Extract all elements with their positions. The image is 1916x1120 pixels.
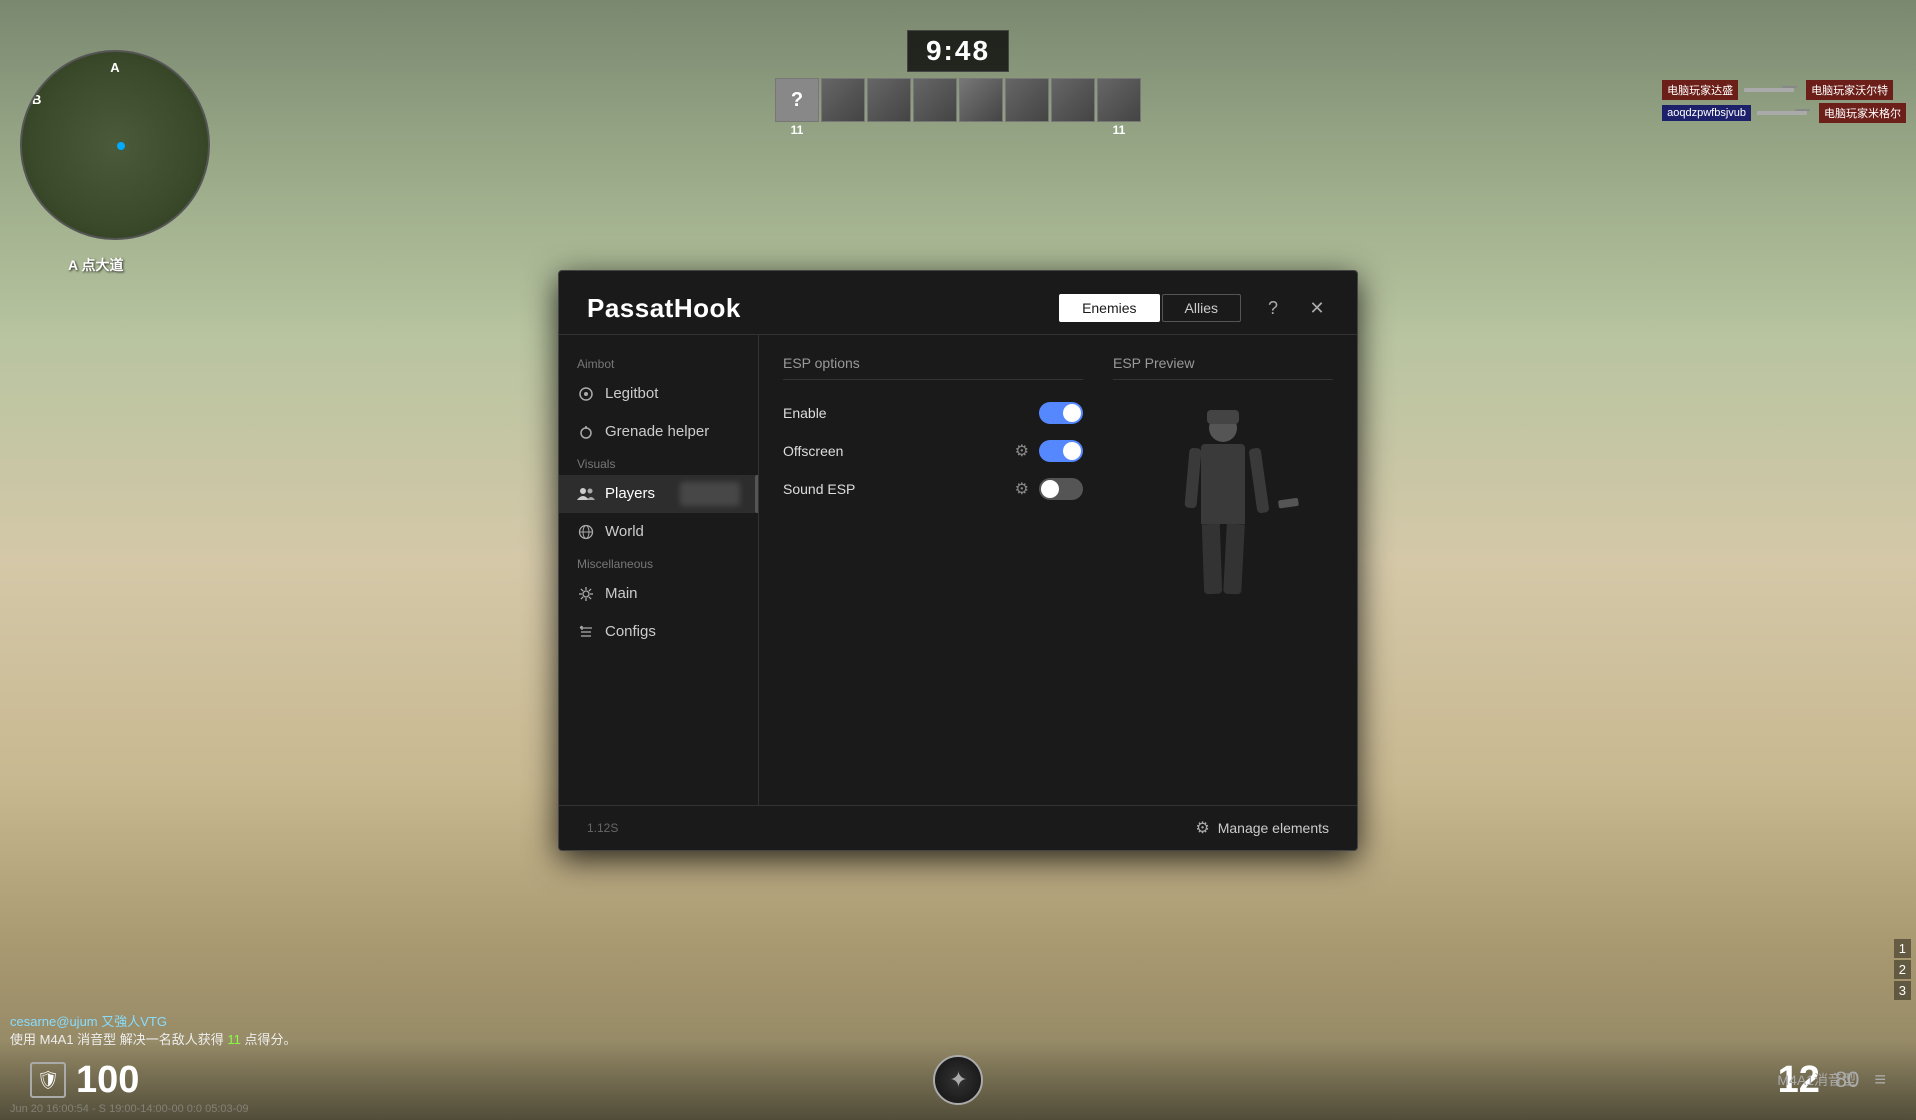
preview-area <box>1113 394 1333 674</box>
char-arm-right <box>1249 447 1270 513</box>
sidebar-item-configs-label: Configs <box>605 623 656 640</box>
modal-title: PassatHook <box>587 293 741 324</box>
sidebar-item-legitbot[interactable]: Legitbot <box>559 375 758 413</box>
char-hand-right <box>1278 497 1299 508</box>
option-row-enable: Enable <box>783 394 1083 432</box>
grenade-icon <box>577 423 595 441</box>
toggle-offscreen-knob <box>1063 442 1081 460</box>
sidebar: Aimbot Legitbot Grenade helper Visuals <box>559 335 759 805</box>
sidebar-item-legitbot-label: Legitbot <box>605 385 658 402</box>
sidebar-item-grenade-label: Grenade helper <box>605 423 709 440</box>
offscreen-gear-icon[interactable]: ⚙ <box>1015 441 1029 461</box>
modal-overlay: PassatHook Enemies Allies ? ✕ Aimbot <box>0 0 1916 1120</box>
sidebar-section-aimbot: Aimbot <box>559 351 758 375</box>
esp-options-panel: ESP options Enable Offscreen <box>783 355 1083 785</box>
manage-elements-button[interactable]: ⚙ Manage elements <box>1195 818 1329 838</box>
main-icon <box>577 585 595 603</box>
char-leg-left <box>1202 523 1222 594</box>
esp-options-title: ESP options <box>783 355 1083 380</box>
help-icon[interactable]: ? <box>1261 296 1285 320</box>
tab-allies[interactable]: Allies <box>1162 294 1241 322</box>
esp-preview-title: ESP Preview <box>1113 355 1333 380</box>
manage-gear-icon: ⚙ <box>1195 818 1209 838</box>
toggle-enable-knob <box>1063 404 1081 422</box>
sidebar-section-misc: Miscellaneous <box>559 551 758 575</box>
char-legs <box>1173 524 1273 594</box>
sound-esp-gear-icon[interactable]: ⚙ <box>1015 479 1029 499</box>
char-arm-left <box>1184 447 1201 508</box>
passathook-modal: PassatHook Enemies Allies ? ✕ Aimbot <box>558 270 1358 851</box>
modal-header: PassatHook Enemies Allies ? ✕ <box>559 271 1357 335</box>
toggle-sound-esp-knob <box>1041 480 1059 498</box>
configs-icon <box>577 623 595 641</box>
world-icon <box>577 523 595 541</box>
option-sound-esp-label: Sound ESP <box>783 481 855 497</box>
sidebar-item-world-label: World <box>605 523 644 540</box>
char-leg-right <box>1223 523 1245 594</box>
toggle-sound-esp[interactable] <box>1039 478 1083 500</box>
option-offscreen-controls: ⚙ <box>1015 440 1083 462</box>
character-figure <box>1173 414 1273 654</box>
sidebar-item-main[interactable]: Main <box>559 575 758 613</box>
option-offscreen-label: Offscreen <box>783 443 843 459</box>
tab-buttons: Enemies Allies <box>1059 294 1241 322</box>
sidebar-item-grenade-helper[interactable]: Grenade helper <box>559 413 758 451</box>
sidebar-item-world[interactable]: World <box>559 513 758 551</box>
sidebar-item-players-label: Players <box>605 485 655 502</box>
version-label: 1.12S <box>587 821 618 835</box>
legitbot-icon <box>577 385 595 403</box>
main-content-area: ESP options Enable Offscreen <box>759 335 1357 805</box>
toggle-offscreen[interactable] <box>1039 440 1083 462</box>
char-head <box>1209 414 1237 442</box>
option-sound-esp-controls: ⚙ <box>1015 478 1083 500</box>
sidebar-item-players[interactable]: Players <box>559 475 758 513</box>
modal-body: Aimbot Legitbot Grenade helper Visuals <box>559 335 1357 805</box>
option-row-sound-esp: Sound ESP ⚙ <box>783 470 1083 508</box>
sidebar-section-visuals: Visuals <box>559 451 758 475</box>
char-body <box>1201 444 1245 524</box>
close-icon[interactable]: ✕ <box>1305 296 1329 320</box>
manage-elements-label: Manage elements <box>1218 820 1329 836</box>
sidebar-item-main-label: Main <box>605 585 638 602</box>
toggle-enable[interactable] <box>1039 402 1083 424</box>
option-row-offscreen: Offscreen ⚙ <box>783 432 1083 470</box>
active-indicator <box>680 482 740 506</box>
option-enable-label: Enable <box>783 405 827 421</box>
modal-footer: 1.12S ⚙ Manage elements <box>559 805 1357 850</box>
esp-preview-panel: ESP Preview <box>1113 355 1333 785</box>
players-icon <box>577 485 595 503</box>
option-enable-controls <box>1039 402 1083 424</box>
sidebar-item-configs[interactable]: Configs <box>559 613 758 651</box>
modal-header-right: Enemies Allies ? ✕ <box>1059 294 1329 322</box>
tab-enemies[interactable]: Enemies <box>1059 294 1159 322</box>
